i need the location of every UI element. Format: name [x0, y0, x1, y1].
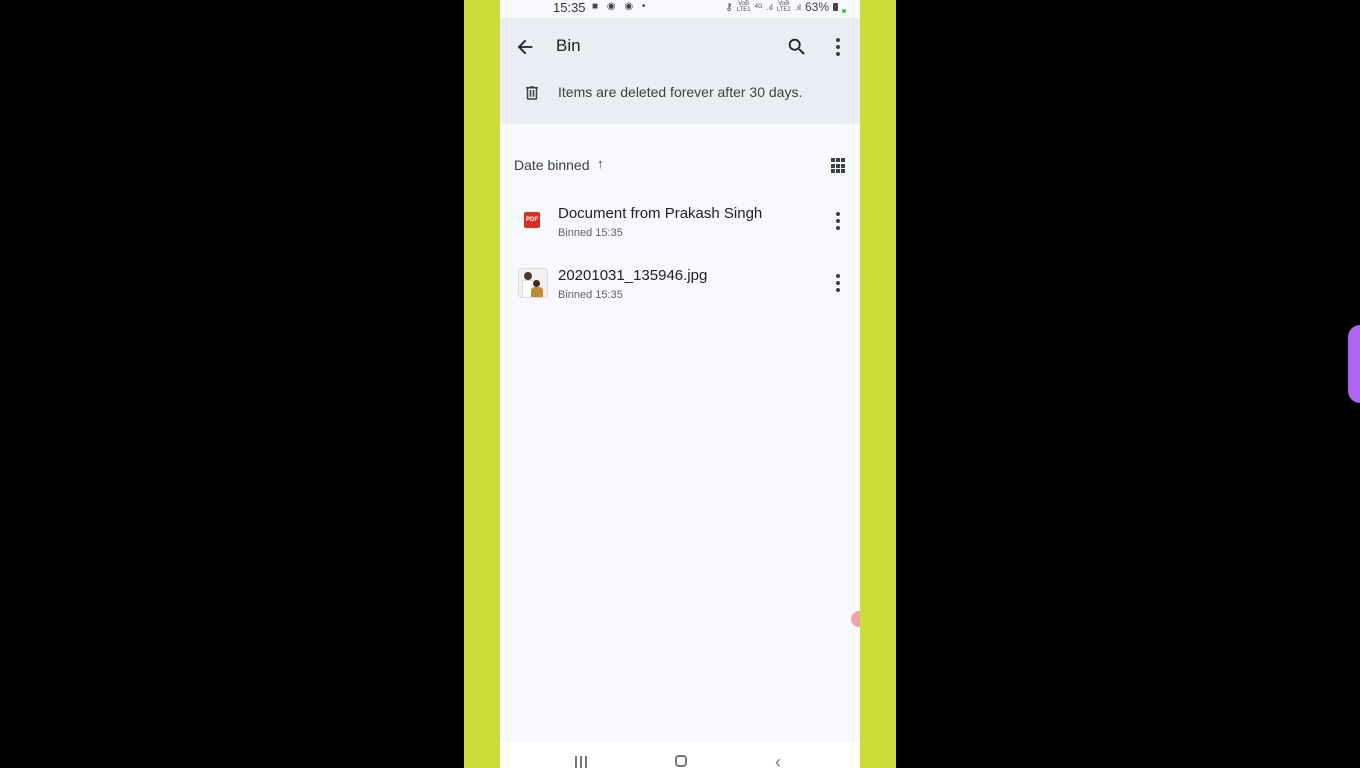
phone-screen: 15:35 ■ ◉ ◉ • ⚷ VoB LTE1 4G .ıl VoB LTE2 .… [500, 0, 860, 768]
chrome-icon: ◉ [624, 1, 637, 12]
notice-text: Items are deleted forever after 30 days. [558, 84, 803, 100]
file-name: Document from Prakash Singh [558, 205, 763, 222]
back-button[interactable] [514, 36, 536, 58]
sim2-indicator: VoB LTE2 [776, 1, 791, 13]
status-notification-icons: ■ ◉ ◉ • [592, 1, 648, 12]
sort-by-button[interactable]: Date binned [514, 157, 590, 173]
side-panel-handle[interactable] [1348, 325, 1360, 403]
status-time: 15:35 [553, 0, 586, 15]
trash-icon [526, 86, 538, 100]
battery-icon [833, 3, 838, 11]
file-binned-time: Binned 15:35 [558, 227, 623, 239]
page-title: Bin [556, 36, 581, 55]
video-icon: ■ [592, 1, 602, 12]
sort-bar: Date binned ↑ [500, 150, 860, 180]
chrome-icon: ◉ [606, 1, 619, 12]
dot-icon: • [641, 1, 649, 12]
more-vert-icon [830, 210, 846, 230]
more-vert-icon [830, 272, 846, 292]
more-vert-icon [830, 36, 846, 56]
key-icon: ⚷ [725, 1, 733, 13]
pdf-file-icon: PDF [524, 212, 540, 228]
status-bar: 15:35 ■ ◉ ◉ • ⚷ VoB LTE1 4G .ıl VoB LTE2 .… [500, 0, 860, 18]
privacy-dot-icon [842, 9, 846, 13]
battery-percent: 63% [804, 0, 829, 14]
status-right: ⚷ VoB LTE1 4G .ıl VoB LTE2 .ıl 63% [725, 0, 846, 14]
more-options-button[interactable] [830, 36, 846, 58]
touch-indicator [851, 611, 860, 627]
bin-notice: Items are deleted forever after 30 days. [500, 74, 860, 124]
search-button[interactable] [786, 36, 808, 58]
network-type: 4G [754, 4, 763, 10]
file-more-button[interactable] [830, 272, 846, 292]
recents-button[interactable] [575, 756, 589, 768]
system-nav-bar: ‹ [500, 742, 860, 768]
grid-view-icon [831, 158, 835, 162]
sim1-indicator: VoB LTE1 [736, 1, 751, 13]
home-button[interactable] [675, 755, 687, 767]
arrow-left-icon [517, 39, 533, 55]
sort-direction-icon[interactable]: ↑ [597, 156, 604, 171]
search-icon [788, 38, 805, 55]
file-list-item[interactable]: 20201031_135946.jpg Binned 15:35 [500, 262, 860, 320]
image-thumbnail [518, 268, 548, 298]
file-binned-time: Binned 15:35 [558, 289, 623, 301]
file-name: 20201031_135946.jpg [558, 267, 708, 284]
file-list-item[interactable]: PDF Document from Prakash Singh Binned 1… [500, 200, 860, 258]
app-bar: Bin Items are deleted forever after 30 d… [500, 18, 860, 124]
grid-view-button[interactable] [831, 158, 847, 174]
file-more-button[interactable] [830, 210, 846, 230]
system-back-button[interactable]: ‹ [775, 752, 781, 768]
signal-icon: .ıl [766, 2, 773, 12]
signal-icon: .ıl [794, 2, 801, 12]
